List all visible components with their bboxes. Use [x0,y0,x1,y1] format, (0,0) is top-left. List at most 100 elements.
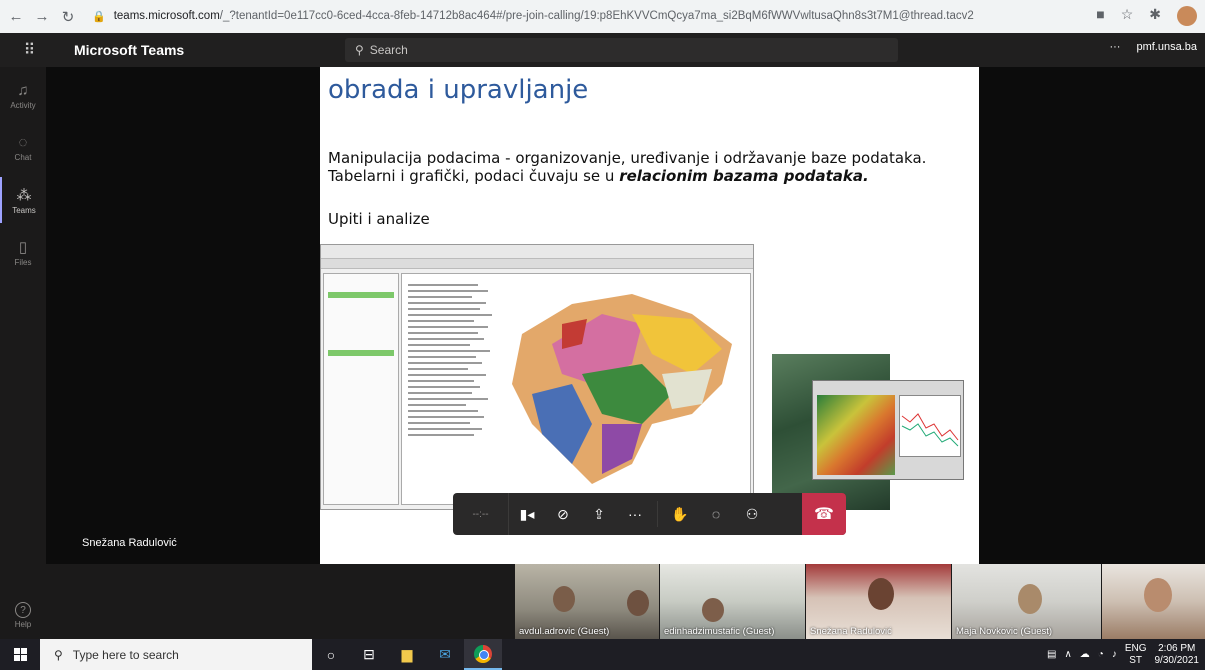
app-launcher-icon[interactable]: ⠿ [0,40,58,60]
news-icon[interactable]: ▤ [1047,649,1056,660]
participant-tile[interactable]: avdul.adrovic (Guest) [515,564,659,639]
lock-icon: 🔒 [92,10,106,23]
hand-icon: ✋ [671,505,689,522]
mic-button[interactable]: ⊘ [545,493,581,535]
help-icon: ? [15,602,31,618]
chevron-up-icon[interactable]: ∧ [1064,649,1071,660]
call-timer: --:-- [453,493,509,535]
header-right: ··· pmf.unsa.ba [1109,41,1197,53]
rail-item-files[interactable]: ▯ Files [0,229,46,275]
task-view-icon[interactable]: ⊟ [350,639,388,670]
participant-video [868,578,894,610]
url-host: teams.microsoft.com [113,10,220,22]
mail-icon[interactable]: ✉ [426,639,464,670]
profile-lines-graphic [901,413,959,447]
address-bar[interactable]: 🔒 teams.microsoft.com/_?tenantId=0e117cc… [92,4,1077,28]
camera-icon: ▮◂ [519,505,535,522]
raise-hand-button[interactable]: ✋ [662,493,698,535]
gis-selected-layer [328,292,394,298]
org-label[interactable]: pmf.unsa.ba [1136,41,1197,53]
rail-item-label: Files [14,257,32,267]
profile-avatar[interactable] [1177,6,1197,26]
elevation-map-graphic [817,395,895,475]
geology-map-graphic [408,284,732,484]
clock[interactable]: 2:06 PM 9/30/2021 [1155,643,1200,667]
slide-text-prefix: Tabelarni i grafički, podaci čuvaju se u [328,167,620,185]
volume-icon[interactable]: ♪ [1112,649,1117,660]
cloud-icon[interactable]: ☁ [1080,649,1090,660]
participant-name: avdul.adrovic (Guest) [519,626,610,637]
chat-icon: ◌ [18,134,28,151]
participant-video [627,590,649,616]
network-icon[interactable]: ◔ [1098,649,1104,660]
share-icon: ⇪ [593,505,605,522]
participant-tile[interactable]: Snežana Radulović [806,564,951,639]
search-placeholder: Search [369,43,408,57]
slide-title: obrada i upravljanje [328,75,589,105]
clock-time: 2:06 PM [1158,642,1196,654]
rail-item-help[interactable]: ? Help [0,602,46,629]
participant-video [1018,584,1042,614]
share-button[interactable]: ⇪ [581,493,617,535]
participant-tile[interactable]: Maja Novkovic (Guest) [952,564,1101,639]
bell-icon: ♫ [17,82,29,99]
participants-button[interactable]: ⚇ [734,493,770,535]
more-options-button[interactable]: ··· [1109,41,1120,53]
teams-header: ⠿ Microsoft Teams ⚲ Search ··· pmf.unsa.… [0,33,1205,67]
teams-icon: ⁂ [16,186,32,204]
more-actions-button[interactable]: ··· [617,493,653,535]
search-icon: ⚲ [355,43,364,57]
rail-item-label: Teams [12,205,36,215]
system-tray: ▤ ∧ ☁ ◔ ♪ ENG ST 2:06 PM 9/30/2021 [1047,639,1199,670]
participant-name: Snežana Radulović [810,626,892,637]
presenter-name: Snežana Radulović [82,537,177,549]
rail-help-label: Help [14,620,32,629]
hang-up-button[interactable]: ☎ [802,493,846,535]
chrome-taskbar-button[interactable] [464,639,502,670]
taskbar-search-placeholder: Type here to search [72,647,179,662]
cortana-icon[interactable]: ○ [312,639,350,670]
gis-toolbar [321,259,753,269]
gis-menubar [321,245,753,259]
file-explorer-icon[interactable]: ▆ [388,639,426,670]
slide-text-line: Tabelarni i grafički, podaci čuvaju se u… [328,167,869,185]
separator [657,501,658,527]
star-icon[interactable]: ☆ [1121,6,1134,26]
extension-icon[interactable]: ■ [1096,6,1104,26]
browser-toolbar: ← → ↻ 🔒 teams.microsoft.com/_?tenantId=0… [0,0,1205,33]
back-icon[interactable]: ← [6,7,26,27]
clock-date: 9/30/2021 [1154,654,1200,666]
app-title: Microsoft Teams [74,42,185,58]
puzzle-icon[interactable]: ✱ [1149,6,1161,26]
gis-map-view [401,273,751,505]
taskbar-search-input[interactable]: ⚲ Type here to search [40,639,312,670]
mic-muted-icon: ⊘ [557,505,569,522]
windows-logo-icon [13,648,27,661]
slide-text-line: Manipulacija podacima - organizovanje, u… [328,149,927,167]
meeting-controls: --:-- ▮◂ ⊘ ⇪ ··· ✋ ◌ ⚇ ☎ [453,493,846,535]
start-button[interactable] [0,639,40,670]
chat-bubble-icon: ◌ [711,506,721,522]
participant-tile[interactable]: edinhadzimustafic (Guest) [660,564,805,639]
rail-item-label: Activity [10,101,36,110]
language-indicator[interactable]: ENG ST [1125,643,1147,667]
chat-button[interactable]: ◌ [698,493,734,535]
participant-name: Maja Novkovic (Guest) [956,626,1053,637]
rail-item-activity[interactable]: ♫ Activity [0,73,46,119]
language-bottom: ST [1129,654,1143,666]
chrome-icon [474,644,492,663]
profile-plot-graphic [899,395,961,457]
participant-tile[interactable] [1102,564,1205,639]
participant-name: edinhadzimustafic (Guest) [664,626,775,637]
forward-icon[interactable]: → [32,7,52,27]
url-path: /_?tenantId=0e117cc0-6ced-4cca-8feb-1471… [219,10,974,22]
search-input[interactable]: ⚲ Search [345,38,898,62]
rail-item-teams[interactable]: ⁂ Teams [0,177,46,223]
camera-button[interactable]: ▮◂ [509,493,545,535]
app-rail: ♫ Activity ◌ Chat ⁂ Teams ▯ Files ? Help [0,67,46,639]
search-icon: ⚲ [54,647,63,662]
phone-hangup-icon: ☎ [814,506,834,523]
rail-item-chat[interactable]: ◌ Chat [0,125,46,171]
reload-icon[interactable]: ↻ [58,7,78,27]
browser-actions: ■ ☆ ✱ [1096,6,1197,26]
